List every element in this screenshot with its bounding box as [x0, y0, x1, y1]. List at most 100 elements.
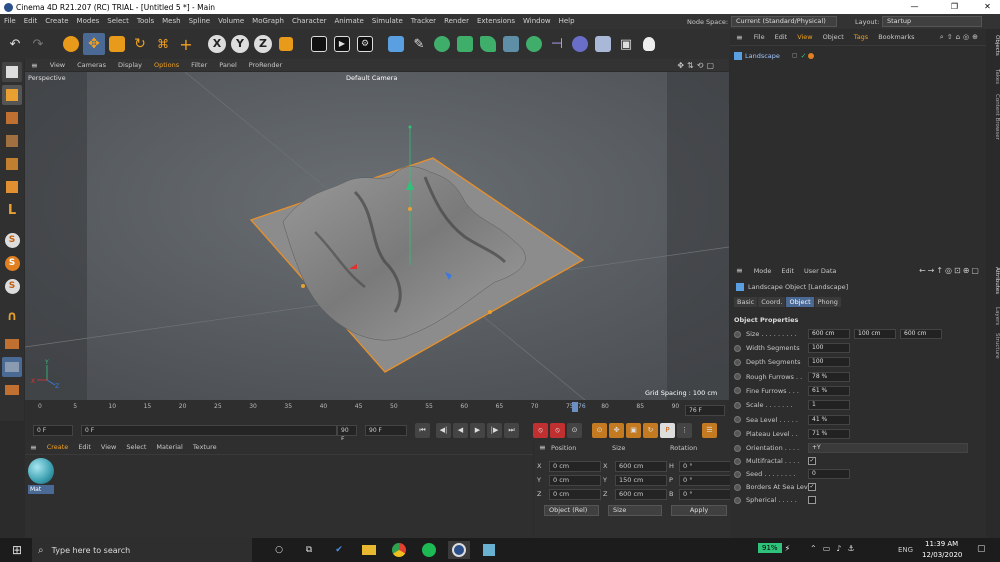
- viewport-menu-cameras[interactable]: Cameras: [71, 61, 112, 69]
- animate-multifractal-icon[interactable]: [734, 457, 741, 465]
- menu-select[interactable]: Select: [103, 14, 133, 29]
- key-rotate-button[interactable]: ↻: [643, 422, 658, 438]
- tab-phong[interactable]: Phong: [814, 297, 841, 307]
- animate-property-icon[interactable]: [734, 373, 741, 381]
- material-menu-select[interactable]: Select: [121, 443, 151, 451]
- menu-tools[interactable]: Tools: [133, 14, 158, 29]
- key-scale-button[interactable]: ▣: [626, 422, 641, 438]
- current-frame-field[interactable]: 76 F: [685, 405, 725, 416]
- tab-layers[interactable]: Layers: [986, 307, 1000, 325]
- node-space-select[interactable]: Current (Standard/Physical): [731, 16, 837, 27]
- viewport-menu-panel[interactable]: Panel: [213, 61, 243, 69]
- size-handle-z[interactable]: [488, 310, 492, 314]
- previous-key-button[interactable]: ◀|: [436, 422, 451, 438]
- property-field[interactable]: 100: [808, 357, 850, 368]
- orientation-select[interactable]: +Y: [808, 443, 968, 453]
- property-field[interactable]: 71 %: [808, 428, 850, 439]
- array-button[interactable]: [454, 33, 476, 55]
- taskbar-app-explorer[interactable]: [358, 541, 380, 559]
- task-view-button[interactable]: ⧉: [298, 541, 320, 559]
- object-menu-bookmarks[interactable]: Bookmarks: [873, 33, 919, 41]
- material-menu-texture[interactable]: Texture: [188, 443, 222, 451]
- size-field[interactable]: 150 cm: [615, 474, 667, 486]
- animate-property-icon[interactable]: [734, 344, 741, 352]
- menu-spline[interactable]: Spline: [185, 14, 215, 29]
- taskbar-app-cinema4d[interactable]: [448, 541, 470, 559]
- viewport-menu-options[interactable]: Options: [148, 61, 185, 69]
- tab-object[interactable]: Object: [786, 297, 814, 307]
- render-settings-button[interactable]: ⚙: [354, 33, 376, 55]
- object-name[interactable]: Landscape: [745, 52, 780, 60]
- key-param-button[interactable]: P: [660, 422, 675, 438]
- scale-tool-button[interactable]: [106, 33, 128, 55]
- spherical-checkbox[interactable]: [808, 496, 816, 504]
- taskbar-app-spotify[interactable]: [418, 541, 440, 559]
- record-button[interactable]: ⦸: [533, 422, 548, 438]
- locked-workplane-button[interactable]: [2, 357, 22, 377]
- hamburger-icon[interactable]: ≡: [730, 33, 749, 42]
- attribute-nav-icons[interactable]: ←→↑◎⊡⊕▢: [919, 266, 981, 275]
- field-button[interactable]: [500, 33, 522, 55]
- menu-window[interactable]: Window: [519, 14, 555, 29]
- minimize-button[interactable]: —: [902, 0, 927, 14]
- rotation-field[interactable]: 0 °: [679, 474, 731, 486]
- key-pla-button[interactable]: ⋮: [677, 422, 692, 438]
- animate-property-icon[interactable]: [734, 358, 741, 366]
- viewport-menu-filter[interactable]: Filter: [185, 61, 213, 69]
- cortana-button[interactable]: ○: [268, 541, 290, 559]
- hamburger-icon[interactable]: ≡: [25, 61, 44, 70]
- end-frame-field[interactable]: 90 F: [337, 424, 357, 443]
- subdivision-button[interactable]: [431, 33, 453, 55]
- menu-edit[interactable]: Edit: [20, 14, 42, 29]
- camera-button[interactable]: ▣: [615, 33, 637, 55]
- taskbar-app-chrome[interactable]: [388, 541, 410, 559]
- viewport[interactable]: Perspective Default Camera Grid Spacing …: [25, 72, 729, 400]
- object-menu-edit[interactable]: Edit: [770, 33, 793, 41]
- attribute-menu-user-data[interactable]: User Data: [799, 267, 841, 275]
- hamburger-icon[interactable]: ≡: [534, 443, 551, 452]
- size-y-field[interactable]: 100 cm: [854, 329, 896, 339]
- keyframe-selection-button[interactable]: ⊙: [567, 422, 582, 438]
- material-menu-view[interactable]: View: [96, 443, 121, 451]
- taskbar-search[interactable]: ⌕ Type here to search: [32, 538, 252, 562]
- key-move-button[interactable]: ✥: [609, 422, 624, 438]
- animate-orientation-icon[interactable]: [734, 444, 741, 452]
- redo-button[interactable]: ↷: [27, 33, 49, 55]
- mograph-button[interactable]: [523, 33, 545, 55]
- material-menu-edit[interactable]: Edit: [73, 443, 96, 451]
- size-mode-select[interactable]: Size: [608, 505, 662, 516]
- tag-icon[interactable]: [808, 52, 815, 59]
- system-tray-icons[interactable]: ⌃▭♪⚓: [810, 544, 861, 553]
- layout-select[interactable]: Startup: [882, 16, 982, 27]
- animate-property-icon[interactable]: [734, 401, 741, 409]
- taskbar-app-todo[interactable]: ✔: [328, 541, 350, 559]
- cube-button[interactable]: [385, 33, 407, 55]
- coordinate-mode-select[interactable]: Object (Rel): [544, 505, 599, 516]
- tab-objects[interactable]: Objects: [986, 35, 1000, 56]
- position-field[interactable]: 0 cm: [549, 474, 601, 486]
- height-handle[interactable]: [408, 207, 412, 211]
- close-button[interactable]: ✕: [975, 0, 1000, 14]
- size-field[interactable]: 600 cm: [615, 460, 667, 472]
- start-frame-field[interactable]: 0 F: [33, 424, 73, 436]
- timeline-ruler[interactable]: 0 5 10 15 20 25 30 35 40 45 50 55 60 65 70 75 80 85 90 76 …: [25, 400, 729, 420]
- live-selection-button[interactable]: [60, 33, 82, 55]
- snap-button[interactable]: S: [2, 230, 22, 250]
- material-menu-create[interactable]: Create: [42, 443, 74, 451]
- menu-animate[interactable]: Animate: [331, 14, 368, 29]
- position-field[interactable]: 0 cm: [549, 488, 601, 500]
- property-field[interactable]: 41 %: [808, 414, 850, 425]
- polygons-mode-button[interactable]: [2, 177, 22, 197]
- hamburger-icon[interactable]: ≡: [730, 266, 749, 275]
- tab-coord[interactable]: Coord.: [758, 297, 786, 307]
- clock-date[interactable]: 12/03/2020: [922, 551, 962, 559]
- tab-content-browser[interactable]: Content Browser: [986, 94, 1000, 140]
- language-indicator[interactable]: ENG: [898, 546, 913, 554]
- size-handle-x[interactable]: [301, 284, 305, 288]
- deformer-button[interactable]: ⊣: [546, 33, 568, 55]
- texture-mode-button[interactable]: [2, 108, 22, 128]
- floor-button[interactable]: [592, 33, 614, 55]
- enabled-check-icon[interactable]: ✓: [801, 52, 807, 60]
- material-swatch[interactable]: Mat: [28, 458, 54, 496]
- tab-attributes[interactable]: Attributes: [986, 267, 1000, 294]
